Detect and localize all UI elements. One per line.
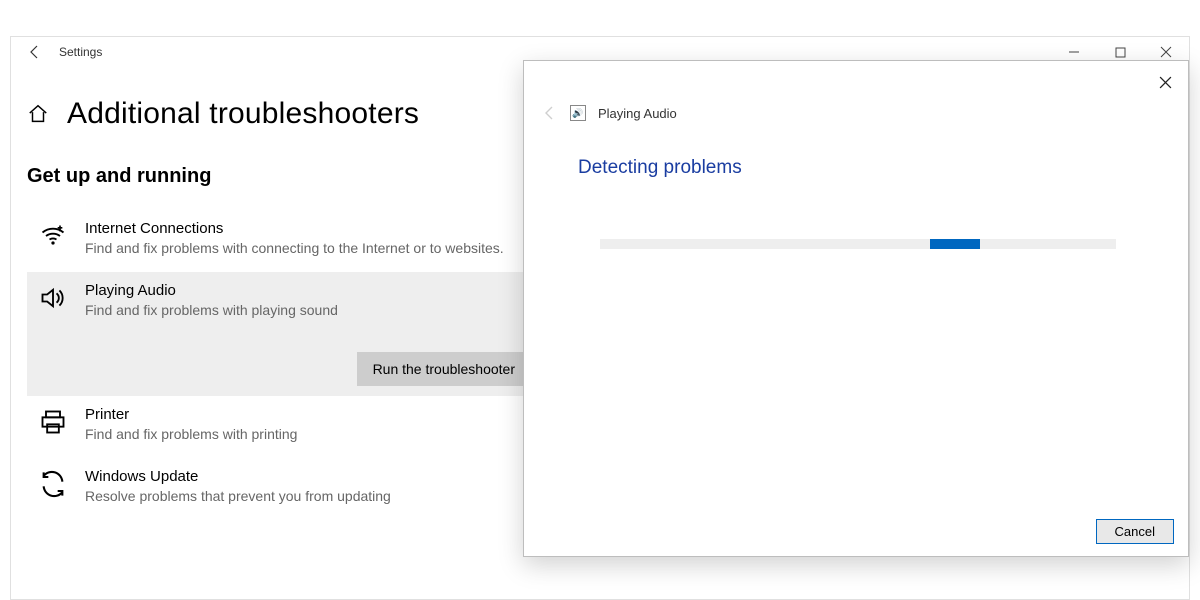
troubleshooter-title: Windows Update <box>85 468 391 485</box>
audio-icon <box>39 282 71 312</box>
troubleshooter-audio[interactable]: Playing Audio Find and fix problems with… <box>27 272 547 396</box>
troubleshooter-desc: Find and fix problems with playing sound <box>85 301 338 320</box>
dialog-status: Detecting problems <box>578 157 1188 179</box>
wifi-icon <box>39 220 71 250</box>
dialog-title: Playing Audio <box>598 106 677 121</box>
troubleshooter-dialog: 🔊 Playing Audio Detecting problems Cance… <box>523 60 1189 557</box>
cancel-button[interactable]: Cancel <box>1096 519 1174 544</box>
close-icon[interactable] <box>1150 67 1180 97</box>
refresh-icon <box>39 468 71 498</box>
back-icon[interactable] <box>19 44 51 60</box>
troubleshooter-desc: Find and fix problems with connecting to… <box>85 239 504 258</box>
home-icon[interactable] <box>27 103 49 125</box>
troubleshooter-internet[interactable]: Internet Connections Find and fix proble… <box>27 210 547 272</box>
progress-bar <box>600 239 1116 249</box>
window-title: Settings <box>59 45 102 59</box>
progress-chunk <box>930 239 980 249</box>
troubleshooter-title: Internet Connections <box>85 220 504 237</box>
printer-icon <box>39 406 71 436</box>
troubleshooter-printer[interactable]: Printer Find and fix problems with print… <box>27 396 547 458</box>
audio-icon: 🔊 <box>570 105 586 121</box>
troubleshooter-title: Playing Audio <box>85 282 338 299</box>
troubleshooter-desc: Find and fix problems with printing <box>85 425 297 444</box>
dialog-header: 🔊 Playing Audio <box>524 61 1188 121</box>
page-title: Additional troubleshooters <box>67 97 419 131</box>
troubleshooter-windows-update[interactable]: Windows Update Resolve problems that pre… <box>27 458 547 520</box>
back-icon <box>542 105 558 121</box>
run-troubleshooter-button[interactable]: Run the troubleshooter <box>357 352 531 386</box>
troubleshooter-title: Printer <box>85 406 297 423</box>
troubleshooter-desc: Resolve problems that prevent you from u… <box>85 487 391 506</box>
